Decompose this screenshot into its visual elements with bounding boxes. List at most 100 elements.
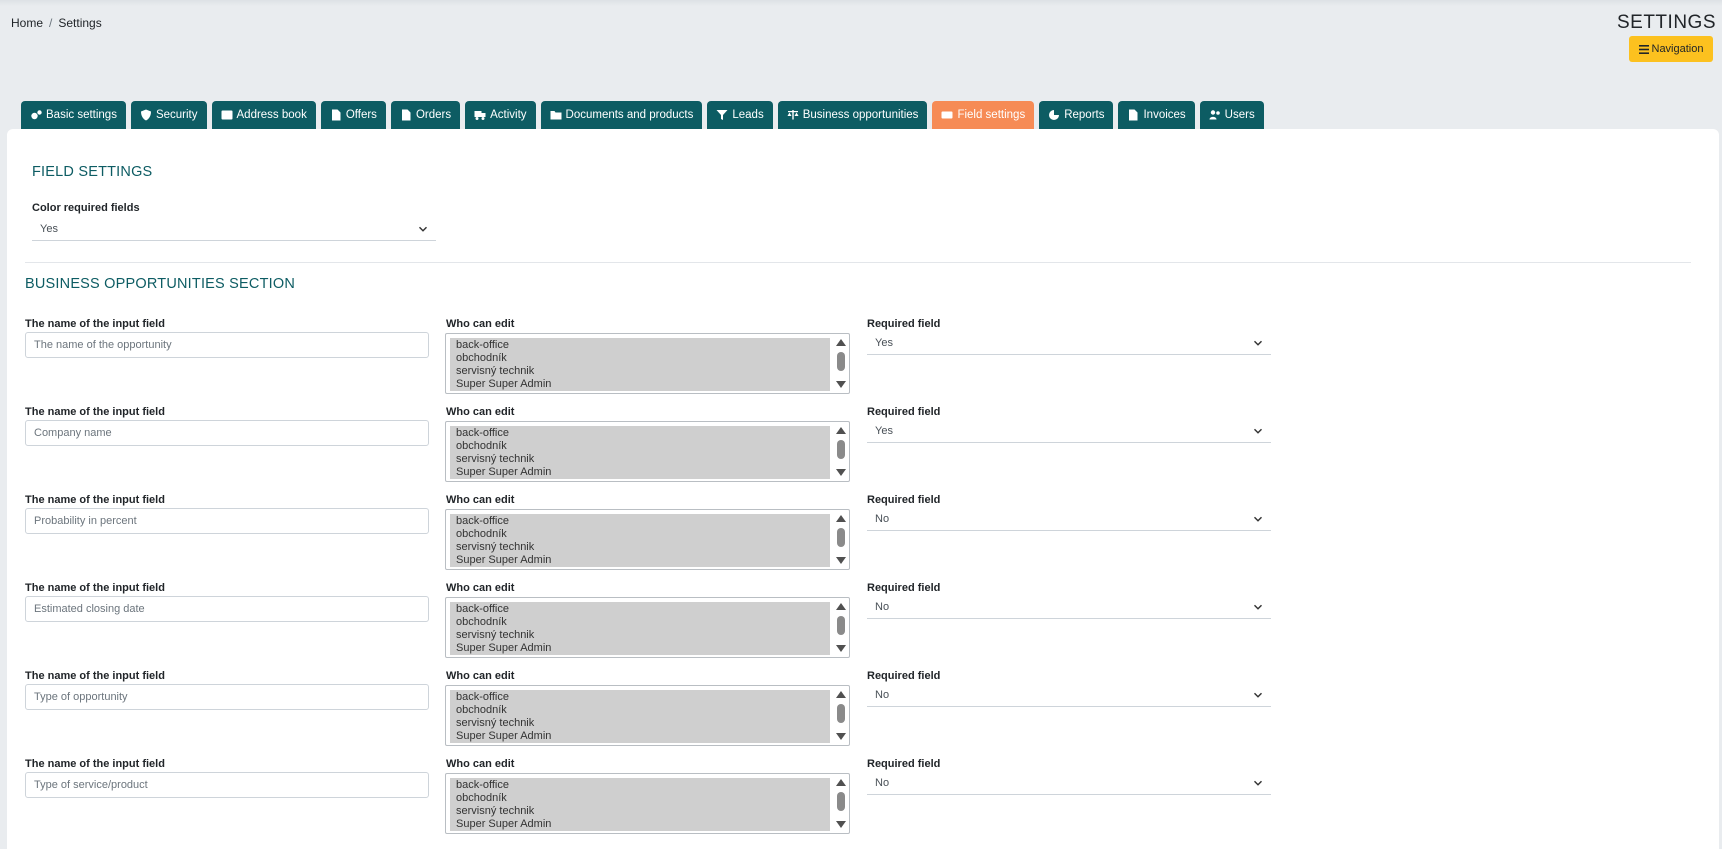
who-can-edit-listbox[interactable]: back-office obchodník servisný technik Supe…: [445, 509, 850, 570]
scroll-up-icon[interactable]: [836, 691, 846, 698]
scroll-up-icon[interactable]: [836, 779, 846, 786]
role-option[interactable]: obchodník: [456, 528, 830, 541]
tab-label: Basic settings: [46, 109, 117, 121]
scroll-up-icon[interactable]: [836, 427, 846, 434]
role-option[interactable]: servisný technik: [456, 629, 830, 642]
input-name-field[interactable]: [25, 772, 429, 798]
input-name-label: The name of the input field: [25, 670, 165, 682]
who-can-edit-listbox[interactable]: back-office obchodník servisný technik Supe…: [445, 685, 850, 746]
scroll-down-icon[interactable]: [836, 645, 846, 652]
role-option[interactable]: Super Super Admin: [456, 378, 830, 391]
listbox-scrollbar[interactable]: [832, 598, 849, 657]
tab-offers[interactable]: Offers: [320, 101, 386, 129]
required-field-select[interactable]: Yes: [867, 419, 1271, 443]
input-name-field[interactable]: [25, 596, 429, 622]
color-required-select[interactable]: Yes: [32, 217, 436, 241]
who-can-edit-listbox[interactable]: back-office obchodník servisný technik Supe…: [445, 773, 850, 834]
input-name-field[interactable]: [25, 508, 429, 534]
required-field-label: Required field: [867, 758, 941, 770]
required-field-value: No: [875, 600, 890, 613]
role-options: back-office obchodník servisný technik Supe…: [450, 690, 830, 743]
role-option[interactable]: Super Super Admin: [456, 642, 830, 655]
tab-field-settings[interactable]: Field settings: [932, 101, 1035, 129]
scroll-down-icon[interactable]: [836, 557, 846, 564]
role-option[interactable]: obchodník: [456, 440, 830, 453]
role-option[interactable]: back-office: [456, 515, 830, 528]
role-option[interactable]: servisný technik: [456, 453, 830, 466]
scroll-thumb[interactable]: [837, 616, 845, 635]
tab-documents-and-products[interactable]: Documents and products: [540, 101, 703, 129]
required-field-select[interactable]: Yes: [867, 331, 1271, 355]
role-option[interactable]: obchodník: [456, 616, 830, 629]
role-option[interactable]: back-office: [456, 339, 830, 352]
tab-business-opportunities[interactable]: Business opportunities: [777, 101, 928, 129]
who-can-edit-label: Who can edit: [446, 318, 515, 330]
settings-tabs: Basic settings Security Address book Offers…: [21, 101, 1264, 129]
scroll-up-icon[interactable]: [836, 515, 846, 522]
required-field-select[interactable]: No: [867, 507, 1271, 531]
role-option[interactable]: Super Super Admin: [456, 554, 830, 567]
required-field-value: No: [875, 512, 890, 525]
address-card-icon: [221, 110, 232, 120]
input-name-field[interactable]: [25, 332, 429, 358]
role-option[interactable]: back-office: [456, 779, 830, 792]
role-option[interactable]: obchodník: [456, 792, 830, 805]
breadcrumb-home[interactable]: Home: [11, 16, 43, 30]
required-field-value: No: [875, 688, 890, 701]
role-option[interactable]: back-office: [456, 603, 830, 616]
listbox-scrollbar[interactable]: [832, 686, 849, 745]
tab-security[interactable]: Security: [130, 101, 207, 129]
scroll-up-icon[interactable]: [836, 339, 846, 346]
role-option[interactable]: servisný technik: [456, 365, 830, 378]
role-option[interactable]: servisný technik: [456, 717, 830, 730]
scroll-thumb[interactable]: [837, 704, 845, 723]
scroll-down-icon[interactable]: [836, 821, 846, 828]
input-name-field[interactable]: [25, 684, 429, 710]
scroll-thumb[interactable]: [837, 352, 845, 371]
role-option[interactable]: servisný technik: [456, 805, 830, 818]
required-field-select[interactable]: No: [867, 683, 1271, 707]
required-field-select[interactable]: No: [867, 595, 1271, 619]
input-name-field[interactable]: [25, 420, 429, 446]
tab-activity[interactable]: Activity: [465, 101, 536, 129]
tab-basic-settings[interactable]: Basic settings: [21, 101, 126, 129]
tab-leads[interactable]: Leads: [707, 101, 773, 129]
tab-reports[interactable]: Reports: [1039, 101, 1114, 129]
file-icon: [401, 109, 411, 121]
role-option[interactable]: Super Super Admin: [456, 466, 830, 479]
listbox-scrollbar[interactable]: [832, 510, 849, 569]
role-option[interactable]: obchodník: [456, 352, 830, 365]
scroll-down-icon[interactable]: [836, 381, 846, 388]
navigation-button[interactable]: Navigation: [1629, 36, 1713, 62]
role-option[interactable]: back-office: [456, 427, 830, 440]
who-can-edit-label: Who can edit: [446, 406, 515, 418]
tab-users[interactable]: Users: [1199, 101, 1264, 129]
role-option[interactable]: back-office: [456, 691, 830, 704]
required-field-select[interactable]: No: [867, 771, 1271, 795]
scroll-thumb[interactable]: [837, 792, 845, 811]
tab-address-book[interactable]: Address book: [211, 101, 316, 129]
listbox-scrollbar[interactable]: [832, 774, 849, 833]
who-can-edit-listbox[interactable]: back-office obchodník servisný technik Supe…: [445, 421, 850, 482]
who-can-edit-listbox[interactable]: back-office obchodník servisný technik Supe…: [445, 597, 850, 658]
role-option[interactable]: servisný technik: [456, 541, 830, 554]
role-option[interactable]: Super Super Admin: [456, 818, 830, 831]
scroll-up-icon[interactable]: [836, 603, 846, 610]
file-icon: [331, 109, 341, 121]
who-can-edit-label: Who can edit: [446, 582, 515, 594]
listbox-scrollbar[interactable]: [832, 422, 849, 481]
tab-orders[interactable]: Orders: [390, 101, 461, 129]
scroll-down-icon[interactable]: [836, 469, 846, 476]
tab-invoices[interactable]: Invoices: [1118, 101, 1195, 129]
input-name-label: The name of the input field: [25, 758, 165, 770]
scroll-thumb[interactable]: [837, 440, 845, 459]
scroll-down-icon[interactable]: [836, 733, 846, 740]
role-options: back-office obchodník servisný technik Supe…: [450, 514, 830, 567]
who-can-edit-listbox[interactable]: back-office obchodník servisný technik Supe…: [445, 333, 850, 394]
listbox-scrollbar[interactable]: [832, 334, 849, 393]
chevron-down-icon: [1253, 604, 1263, 610]
scroll-thumb[interactable]: [837, 528, 845, 547]
tab-label: Users: [1224, 109, 1255, 121]
role-option[interactable]: obchodník: [456, 704, 830, 717]
role-option[interactable]: Super Super Admin: [456, 730, 830, 743]
